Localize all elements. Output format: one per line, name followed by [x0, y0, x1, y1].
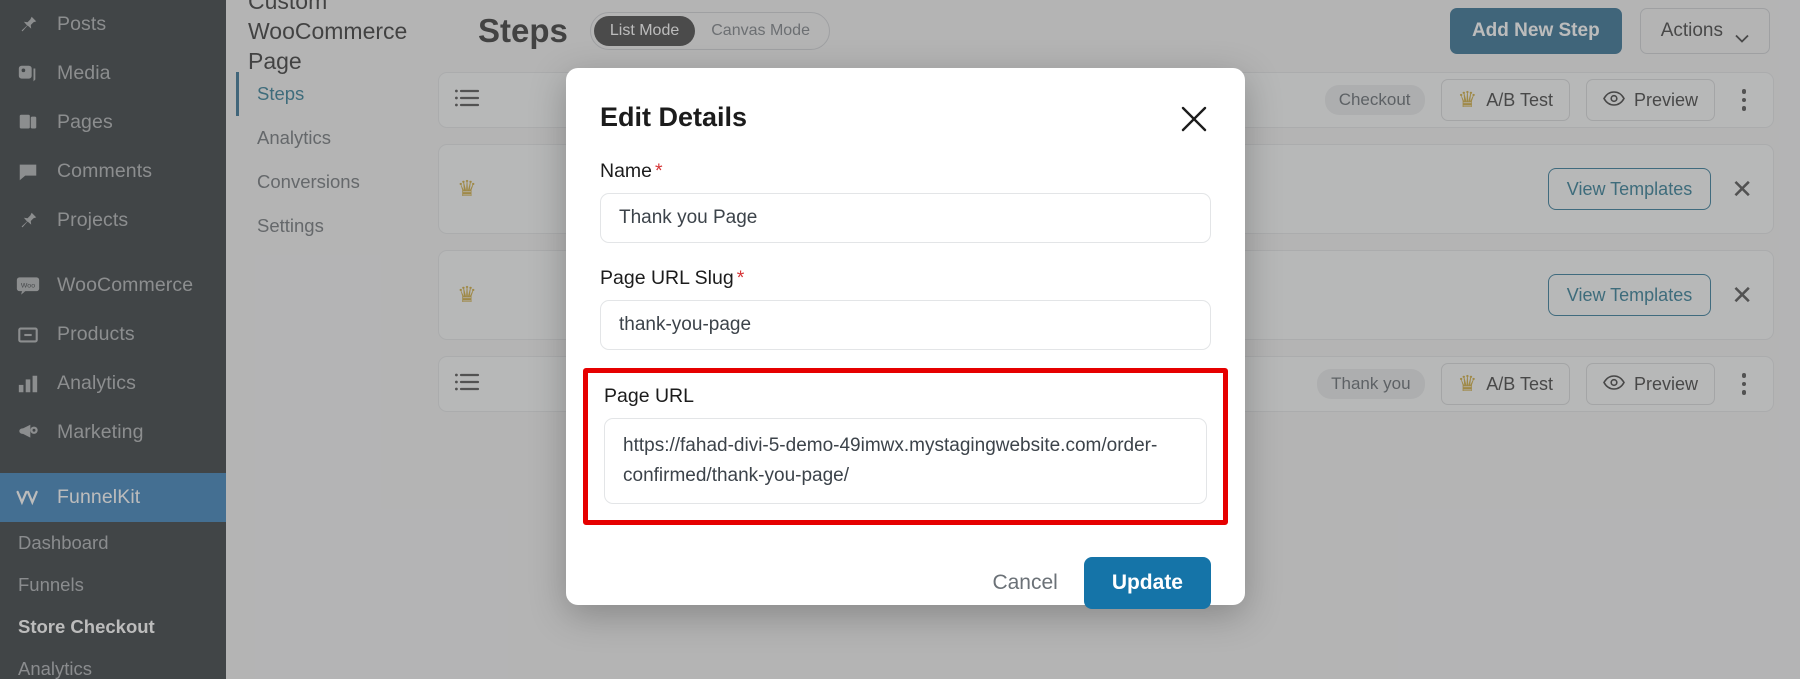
- name-input-value: Thank you Page: [619, 207, 758, 228]
- slug-field-group: Page URL Slug * thank-you-page: [600, 267, 1211, 350]
- modal-header: Edit Details: [600, 102, 1211, 136]
- name-field-group: Name * Thank you Page: [600, 160, 1211, 243]
- slug-input[interactable]: thank-you-page: [600, 300, 1211, 350]
- required-asterisk: *: [736, 267, 745, 289]
- slug-input-value: thank-you-page: [619, 314, 752, 335]
- page-url-input[interactable]: https://fahad-divi-5-demo-49imwx.mystagi…: [604, 418, 1207, 504]
- update-button[interactable]: Update: [1083, 557, 1211, 609]
- name-label-text: Name: [600, 160, 653, 182]
- name-field-label: Name *: [600, 160, 1211, 183]
- page-url-highlight-box: Page URL https://fahad-divi-5-demo-49imw…: [583, 368, 1228, 525]
- cancel-button[interactable]: Cancel: [992, 571, 1057, 595]
- page-url-field-label: Page URL: [604, 385, 694, 407]
- page-url-input-value: https://fahad-divi-5-demo-49imwx.mystagi…: [623, 435, 1158, 486]
- name-input[interactable]: Thank you Page: [600, 193, 1211, 243]
- edit-details-modal: Edit Details Name * Thank you Page Page U…: [566, 68, 1245, 609]
- screen-root: Posts Media Pages Comments Projects Woo …: [0, 0, 1800, 679]
- slug-field-label: Page URL Slug *: [600, 267, 1211, 290]
- slug-label-text: Page URL Slug: [600, 267, 734, 289]
- close-icon[interactable]: [1177, 102, 1211, 136]
- modal-title: Edit Details: [600, 102, 748, 132]
- page-url-field-group: Page URL https://fahad-divi-5-demo-49imw…: [604, 385, 1207, 504]
- modal-footer: Cancel Update: [600, 557, 1211, 609]
- required-asterisk: *: [655, 160, 663, 182]
